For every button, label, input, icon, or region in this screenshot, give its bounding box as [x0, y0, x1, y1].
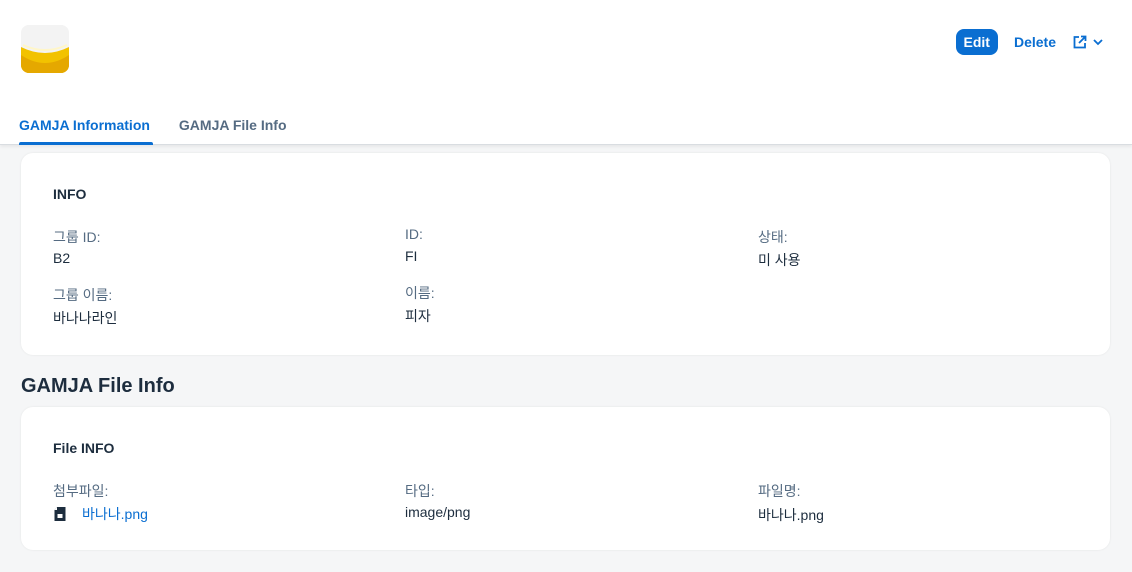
- info-card: INFO 그룹 ID: B2 ID: FI 상태: 미 사용 그룹 이름: 바나…: [21, 153, 1110, 355]
- id-value: FI: [405, 248, 418, 264]
- file-info-section-title: GAMJA File Info: [21, 375, 175, 397]
- name-value: 피자: [405, 308, 431, 324]
- attachment-label: 첨부파일:: [53, 483, 109, 499]
- object-page-header: Edit Delete GAMJA Information GAMJA File…: [0, 0, 1132, 145]
- type-value: image/png: [405, 504, 471, 520]
- group-name-label: 그룹 이름:: [53, 287, 113, 303]
- tab-bar: GAMJA Information GAMJA File Info: [19, 108, 316, 145]
- filename-value: 바나나.png: [758, 507, 824, 523]
- group-id-label: 그룹 ID:: [53, 229, 101, 245]
- tab-gamja-information[interactable]: GAMJA Information: [19, 108, 153, 145]
- filename-label: 파일명:: [758, 483, 801, 499]
- attachment-link-text[interactable]: 바나나.png: [82, 504, 148, 524]
- status-value: 미 사용: [758, 252, 801, 268]
- share-icon: [1073, 35, 1087, 49]
- banana-image-icon: [21, 25, 69, 73]
- type-label: 타입:: [405, 483, 435, 499]
- delete-button[interactable]: Delete: [1014, 34, 1056, 50]
- id-label: ID:: [405, 226, 423, 242]
- file-info-card: File INFO 첨부파일: 바나나.png 타입: image/png 파일…: [21, 407, 1110, 550]
- group-id-value: B2: [53, 250, 71, 266]
- chevron-down-icon: [1093, 39, 1103, 46]
- banana-avatar: [21, 25, 69, 73]
- header-actions: Edit Delete: [955, 29, 1104, 55]
- group-name-value: 바나나라인: [53, 310, 118, 326]
- edit-button[interactable]: Edit: [955, 29, 998, 55]
- share-menu-button[interactable]: [1072, 34, 1104, 50]
- tab-gamja-file-info[interactable]: GAMJA File Info: [179, 108, 287, 145]
- file-info-card-title: File INFO: [53, 440, 115, 456]
- info-card-title: INFO: [53, 186, 87, 202]
- name-label: 이름:: [405, 285, 435, 301]
- attachment-link[interactable]: 바나나.png: [53, 504, 148, 524]
- status-label: 상태:: [758, 229, 788, 245]
- file-icon: [54, 507, 66, 521]
